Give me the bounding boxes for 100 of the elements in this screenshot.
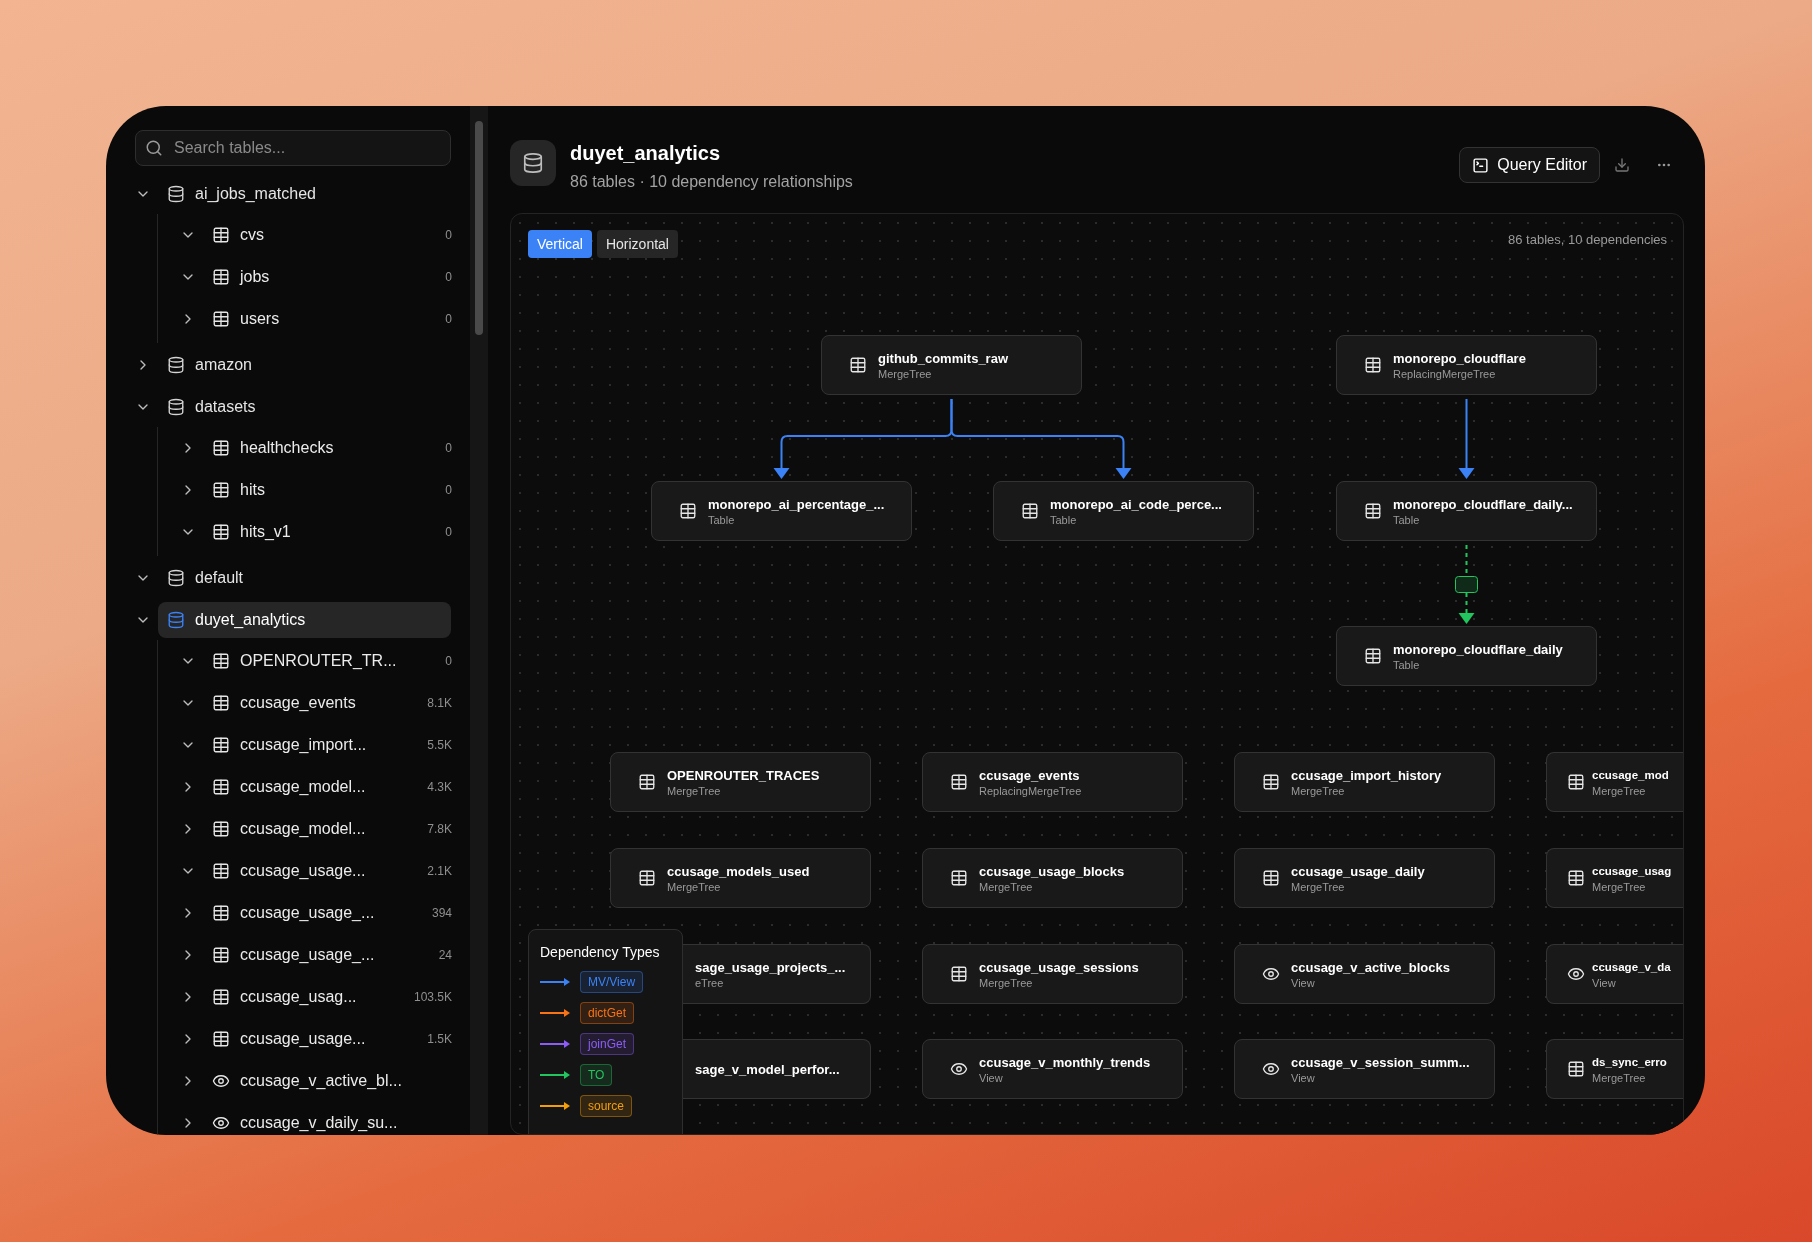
row-count: 1.5K	[427, 1031, 452, 1048]
table-icon	[638, 869, 656, 887]
table-node[interactable]: monorepo_ai_percentage_... Table	[651, 481, 912, 541]
table-node[interactable]: ccusage_usage_blocks MergeTree	[922, 848, 1183, 908]
table-item[interactable]: ccusage_usage... 2.1K	[180, 850, 452, 892]
table-item[interactable]: healthchecks 0	[180, 427, 452, 469]
node-title: monorepo_ai_code_perce...	[1050, 495, 1222, 513]
row-count: 103.5K	[413, 989, 452, 1006]
table-item[interactable]: ccusage_model... 4.3K	[180, 766, 452, 808]
table-item[interactable]: ccusage_v_daily_su...	[180, 1102, 452, 1135]
table-icon	[950, 965, 968, 983]
table-icon	[1567, 869, 1585, 887]
row-count: 394	[431, 905, 452, 922]
table-node[interactable]: ccusage_usage_sessions MergeTree	[922, 944, 1183, 1004]
legend-tag: joinGet	[580, 1033, 635, 1055]
table-icon	[638, 773, 656, 791]
table-icon	[950, 869, 968, 887]
table-icon	[212, 736, 230, 754]
page-title: duyet_analytics	[570, 141, 722, 166]
table-item[interactable]: ccusage_events 8.1K	[180, 682, 452, 724]
table-item[interactable]: ccusage_usage... 1.5K	[180, 1018, 452, 1060]
table-node[interactable]: github_commits_raw MergeTree	[821, 335, 1082, 395]
table-node[interactable]: ccusage_v_session_summ... View	[1234, 1039, 1495, 1099]
table-icon	[1364, 647, 1382, 665]
graph-summary: 86 tables, 10 dependencies	[1508, 231, 1667, 249]
eye-icon	[950, 1060, 968, 1078]
node-title: ccusage_usage_sessions	[979, 958, 1139, 976]
table-node[interactable]: monorepo_cloudflare ReplacingMergeTree	[1336, 335, 1597, 395]
database-item[interactable]: ai_jobs_matched	[158, 176, 451, 212]
table-icon	[212, 904, 230, 922]
table-item[interactable]: users 0	[180, 298, 452, 340]
database-icon	[167, 398, 185, 416]
layout-tab[interactable]: Horizontal	[596, 230, 678, 258]
node-engine: ReplacingMergeTree	[979, 783, 1082, 798]
table-node[interactable]: OPENROUTER_TRACES MergeTree	[610, 752, 871, 812]
table-icon	[1021, 502, 1039, 520]
node-engine: MergeTree	[1592, 783, 1647, 798]
node-engine: MergeTree	[1291, 783, 1346, 798]
legend-title: Dependency Types	[540, 943, 661, 962]
table-node[interactable]: ccusage_import_history MergeTree	[1234, 752, 1495, 812]
node-title: ccusage_usag	[1592, 863, 1672, 879]
table-node[interactable]: sage_v_model_perfor...	[683, 1039, 871, 1099]
table-icon	[212, 820, 230, 838]
table-node[interactable]: ds_sync_erro MergeTree	[1546, 1039, 1683, 1099]
table-node[interactable]: ccusage_events ReplacingMergeTree	[922, 752, 1183, 812]
table-item[interactable]: jobs 0	[180, 256, 452, 298]
node-engine: Table	[1393, 512, 1421, 527]
table-node[interactable]: ccusage_usag MergeTree	[1546, 848, 1683, 908]
node-title: ccusage_v_active_blocks	[1291, 958, 1450, 976]
download-icon[interactable]	[1614, 157, 1630, 173]
table-item[interactable]: ccusage_usage_... 24	[180, 934, 452, 976]
search-field[interactable]: Search tables...	[135, 130, 451, 166]
table-item[interactable]: hits 0	[180, 469, 452, 511]
table-item[interactable]: hits_v1 0	[180, 511, 452, 553]
table-item[interactable]: ccusage_usag... 103.5K	[180, 976, 452, 1018]
table-icon	[212, 946, 230, 964]
node-engine: MergeTree	[1592, 879, 1647, 894]
table-item[interactable]: ccusage_model... 7.8K	[180, 808, 452, 850]
table-item[interactable]: ccusage_usage_... 394	[180, 892, 452, 934]
table-node[interactable]: ccusage_v_active_blocks View	[1234, 944, 1495, 1004]
query-editor-button[interactable]: Query Editor	[1459, 147, 1600, 183]
database-item[interactable]: duyet_analytics	[158, 602, 451, 638]
table-item[interactable]: ccusage_import... 5.5K	[180, 724, 452, 766]
node-title: ccusage_v_monthly_trends	[979, 1053, 1151, 1071]
table-icon	[212, 652, 230, 670]
search-icon	[145, 139, 163, 157]
row-count: 24	[438, 947, 452, 964]
node-title: ccusage_v_da	[1592, 959, 1671, 975]
layout-tab[interactable]: Vertical	[528, 230, 592, 258]
row-count: 0	[445, 440, 452, 457]
table-item[interactable]: ccusage_v_active_bl...	[180, 1060, 452, 1102]
table-item[interactable]: cvs 0	[180, 214, 452, 256]
table-node[interactable]: monorepo_ai_code_perce... Table	[993, 481, 1254, 541]
node-engine: eTree	[695, 975, 725, 990]
table-item[interactable]: OPENROUTER_TR... 0	[180, 640, 452, 682]
legend-tag: TO	[580, 1064, 613, 1086]
node-engine: ReplacingMergeTree	[1393, 366, 1497, 381]
row-count: 0	[445, 482, 452, 499]
table-node[interactable]: ccusage_models_used MergeTree	[610, 848, 871, 908]
table-node[interactable]: ccusage_v_monthly_trends View	[922, 1039, 1183, 1099]
database-item[interactable]: default	[158, 560, 451, 596]
node-title: monorepo_cloudflare_daily...	[1393, 495, 1573, 513]
table-node[interactable]: ccusage_v_da View	[1546, 944, 1683, 1004]
database-icon	[167, 611, 185, 629]
node-title: ccusage_events	[979, 766, 1081, 784]
table-node[interactable]: sage_usage_projects_... eTree	[683, 944, 871, 1004]
table-node[interactable]: ccusage_usage_daily MergeTree	[1234, 848, 1495, 908]
database-item[interactable]: datasets	[158, 389, 451, 425]
node-title: github_commits_raw	[878, 349, 1009, 367]
database-icon	[167, 356, 185, 374]
table-node[interactable]: monorepo_cloudflare_daily Table	[1336, 626, 1597, 686]
table-icon	[212, 310, 230, 328]
table-icon	[212, 226, 230, 244]
table-icon	[950, 773, 968, 791]
table-node[interactable]: ccusage_mod MergeTree	[1546, 752, 1683, 812]
table-icon	[1364, 356, 1382, 374]
database-item[interactable]: amazon	[158, 347, 451, 383]
table-node[interactable]: monorepo_cloudflare_daily... Table	[1336, 481, 1597, 541]
table-icon	[212, 694, 230, 712]
scrollbar-thumb[interactable]	[475, 121, 483, 335]
